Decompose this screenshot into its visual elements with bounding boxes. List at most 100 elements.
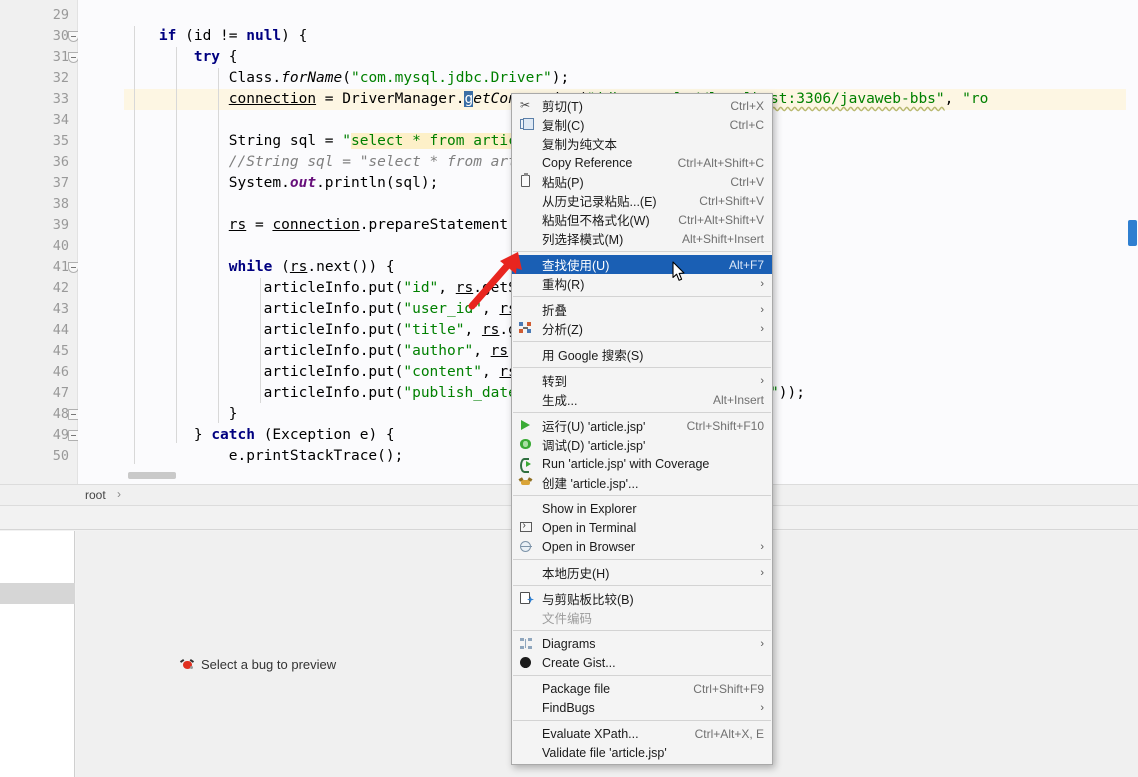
menu-item-analyze[interactable]: 分析(Z) › — [512, 319, 772, 338]
menu-item-create-gist[interactable]: Create Gist... — [512, 653, 772, 672]
menu-item-accelerator: Ctrl+C — [729, 117, 764, 132]
chevron-right-icon: › — [760, 374, 764, 387]
line-number: 33 — [52, 91, 69, 107]
code-line-31: try { — [193, 49, 238, 65]
paste-icon — [518, 173, 534, 189]
line-number: 44 — [52, 322, 69, 338]
menu-item-show-in-explorer[interactable]: Show in Explorer — [512, 499, 772, 518]
menu-item-label: 查找使用(U) — [542, 259, 610, 273]
menu-item-label: 粘贴(P) — [542, 176, 584, 190]
menu-item-file-encoding: 文件编码 — [512, 608, 772, 627]
line-number: 38 — [52, 196, 69, 212]
menu-item-label: Evaluate XPath... — [542, 726, 639, 741]
line-number: 29 — [52, 7, 69, 23]
code-line-50: e.printStackTrace(); — [124, 448, 404, 464]
menu-item-debug-article-jsp[interactable]: 调试(D) 'article.jsp' — [512, 435, 772, 454]
menu-item-label: 文件编码 — [542, 612, 593, 626]
menu-item-copy[interactable]: 复制(C) Ctrl+C — [512, 115, 772, 134]
preview-placeholder: Select a bug to preview — [179, 657, 337, 672]
editor-gutter[interactable]: 29 30 31 32 33 34 35 36 37 38 39 40 41 4… — [0, 0, 79, 484]
horizontal-scrollbar-thumb[interactable] — [128, 472, 176, 479]
menu-item-diagrams[interactable]: Diagrams › — [512, 634, 772, 653]
editor-marker-strip[interactable] — [1126, 0, 1138, 484]
code-line-32: Class.forName("com.mysql.jdbc.Driver"); — [124, 70, 570, 86]
scissors-icon: ✂ — [520, 98, 531, 112]
terminal-icon — [518, 520, 534, 535]
menu-item-generate[interactable]: 生成... Alt+Insert — [512, 390, 772, 409]
menu-item-paste-without-formatting[interactable]: 粘贴但不格式化(W) Ctrl+Alt+Shift+V — [512, 210, 772, 229]
menu-item-accelerator: Ctrl+Shift+F9 — [693, 681, 764, 696]
menu-item-label: FindBugs — [542, 700, 595, 715]
line-number: 40 — [52, 238, 69, 254]
menu-item-validate-file[interactable]: Validate file 'article.jsp' — [512, 743, 772, 762]
menu-item-accelerator: Ctrl+V — [730, 174, 764, 189]
menu-item-label: 分析(Z) — [542, 323, 583, 337]
menu-item-findbugs[interactable]: FindBugs › — [512, 698, 772, 717]
menu-item-open-in-terminal[interactable]: Open in Terminal — [512, 518, 772, 537]
bugs-tree-selected-row[interactable] — [0, 583, 75, 604]
debug-icon — [518, 437, 534, 452]
line-number: 37 — [52, 175, 69, 191]
menu-separator — [513, 367, 771, 368]
menu-item-copy-as-plain-text[interactable]: 复制为纯文本 — [512, 134, 772, 153]
menu-item-evaluate-xpath[interactable]: Evaluate XPath... Ctrl+Alt+X, E — [512, 724, 772, 743]
menu-item-folding[interactable]: 折叠 › — [512, 300, 772, 319]
menu-item-label: 重构(R) — [542, 278, 585, 292]
editor-context-menu[interactable]: ✂ 剪切(T) Ctrl+X 复制(C) Ctrl+C 复制为纯文本 Copy … — [511, 93, 773, 765]
menu-item-copy-reference[interactable]: Copy Reference Ctrl+Alt+Shift+C — [512, 153, 772, 172]
menu-item-run-article-jsp[interactable]: 运行(U) 'article.jsp' Ctrl+Shift+F10 — [512, 416, 772, 435]
menu-item-accelerator: Ctrl+Alt+X, E — [694, 726, 764, 741]
menu-item-create-article-jsp[interactable]: 创建 'article.jsp'... — [512, 473, 772, 492]
compare-clipboard-icon — [518, 591, 534, 606]
menu-item-cut[interactable]: ✂ 剪切(T) Ctrl+X — [512, 96, 772, 115]
menu-item-accelerator: Ctrl+Alt+Shift+V — [678, 212, 764, 227]
menu-item-local-history[interactable]: 本地历史(H) › — [512, 563, 772, 582]
menu-item-label: 剪切(T) — [542, 100, 583, 114]
menu-item-label: 运行(U) 'article.jsp' — [542, 420, 646, 434]
menu-item-package-file[interactable]: Package file Ctrl+Shift+F9 — [512, 679, 772, 698]
menu-item-run-with-coverage[interactable]: Run 'article.jsp' with Coverage — [512, 454, 772, 473]
menu-item-column-selection-mode[interactable]: 列选择模式(M) Alt+Shift+Insert — [512, 229, 772, 248]
run-icon — [518, 418, 534, 433]
vertical-scrollbar-thumb[interactable] — [1128, 220, 1137, 246]
menu-separator — [513, 251, 771, 252]
menu-item-compare-with-clipboard[interactable]: 与剪贴板比较(B) — [512, 589, 772, 608]
code-line-37: System.out.println(sql); — [124, 175, 439, 191]
menu-item-paste[interactable]: 粘贴(P) Ctrl+V — [512, 172, 772, 191]
line-number: 42 — [52, 280, 69, 296]
menu-item-label: Validate file 'article.jsp' — [542, 745, 667, 760]
breadcrumb-item-root[interactable]: root — [85, 488, 106, 502]
line-number: 36 — [52, 154, 69, 170]
menu-item-paste-from-history[interactable]: 从历史记录粘贴...(E) Ctrl+Shift+V — [512, 191, 772, 210]
line-number: 30 — [52, 28, 69, 44]
menu-item-accelerator: Ctrl+Shift+V — [699, 193, 764, 208]
menu-item-go-to[interactable]: 转到 › — [512, 371, 772, 390]
diagram-icon — [518, 636, 534, 651]
menu-item-accelerator: Alt+F7 — [728, 257, 764, 272]
chevron-right-icon: › — [760, 303, 764, 316]
menu-item-label: Create Gist... — [542, 655, 616, 670]
bugs-tree-panel[interactable] — [0, 531, 75, 777]
coverage-icon — [518, 456, 534, 473]
line-number: 46 — [52, 364, 69, 380]
chevron-right-icon: › — [760, 566, 764, 579]
menu-item-label: Show in Explorer — [542, 501, 637, 516]
line-number: 49 — [52, 427, 69, 443]
fold-column — [78, 0, 124, 484]
menu-item-open-in-browser[interactable]: Open in Browser › — [512, 537, 772, 556]
line-number: 34 — [52, 112, 69, 128]
preview-placeholder-label: Select a bug to preview — [201, 657, 337, 672]
line-number: 48 — [52, 406, 69, 422]
line-number: 43 — [52, 301, 69, 317]
bug-icon — [179, 658, 195, 671]
menu-item-label: 本地历史(H) — [542, 567, 610, 581]
menu-item-label: Open in Browser — [542, 539, 636, 554]
chevron-right-icon: › — [760, 637, 764, 650]
browser-icon — [518, 539, 534, 554]
menu-item-find-usages[interactable]: 查找使用(U) Alt+F7 — [512, 255, 772, 274]
chevron-right-icon: › — [760, 322, 764, 335]
menu-item-label: 创建 'article.jsp'... — [542, 477, 639, 491]
menu-item-search-with-google[interactable]: 用 Google 搜索(S) — [512, 345, 772, 364]
menu-item-refactor[interactable]: 重构(R) › — [512, 274, 772, 293]
menu-item-accelerator: Alt+Insert — [712, 392, 764, 407]
